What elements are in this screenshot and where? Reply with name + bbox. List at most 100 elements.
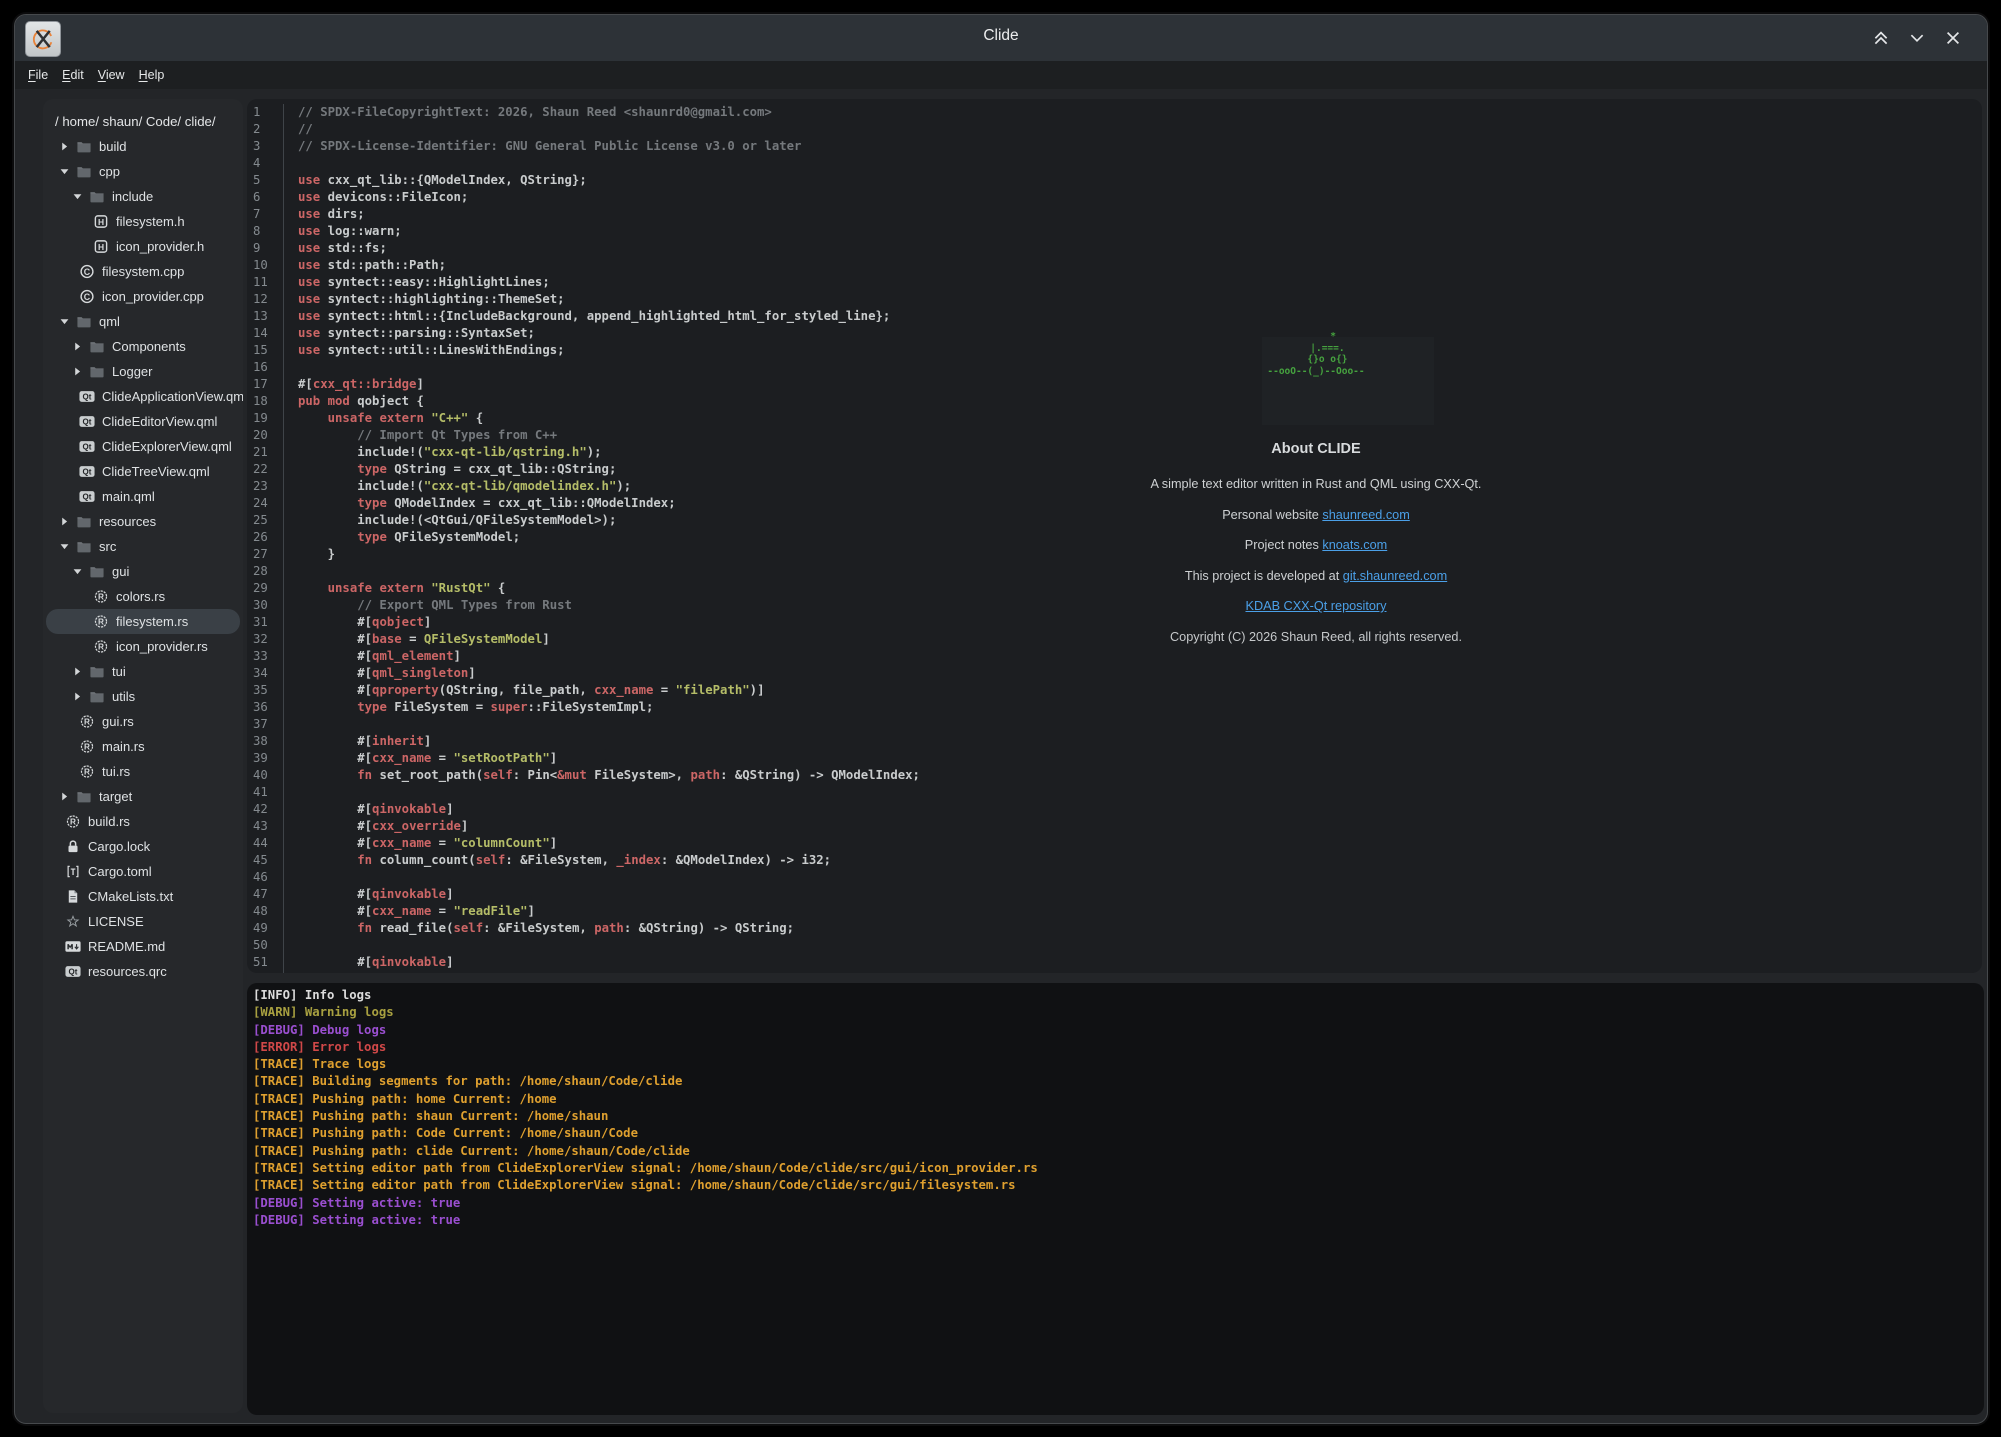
tree-item-icon-provider-cpp[interactable]: Cicon_provider.cpp — [43, 284, 243, 309]
code-line: 39 #[cxx_name = "setRootPath"] — [247, 750, 1982, 767]
code-text: #[qinvokable] — [284, 886, 454, 903]
tree-item-readme-md[interactable]: README.md — [43, 934, 243, 959]
cpp-file-icon: C — [79, 289, 95, 304]
chevron-down-icon[interactable] — [71, 190, 84, 203]
line-number: 45 — [247, 852, 284, 869]
qt-file-icon: Qt — [65, 964, 81, 979]
tree-item-icon-provider-rs[interactable]: Ricon_provider.rs — [43, 634, 243, 659]
line-number: 22 — [247, 461, 284, 478]
code-text: #[cxx_override] — [284, 818, 468, 835]
code-line: 37 — [247, 716, 1982, 733]
chevron-right-icon[interactable] — [71, 665, 84, 678]
tree-item-target[interactable]: target — [43, 784, 243, 809]
code-text: use syntect::parsing::SyntaxSet; — [284, 325, 535, 342]
chevron-down-icon[interactable] — [58, 540, 71, 553]
tree-item-icon-provider-h[interactable]: Hicon_provider.h — [43, 234, 243, 259]
close-icon — [1948, 33, 1959, 44]
tree-item-build-rs[interactable]: Rbuild.rs — [43, 809, 243, 834]
log-line-error: [ERROR] Error logs — [253, 1039, 1984, 1056]
code-line: 45 fn column_count(self: &FileSystem, _i… — [247, 852, 1982, 869]
file-explorer-sidebar[interactable]: / home/ shaun/ Code/ clide/ build cpp incl… — [43, 99, 243, 1413]
code-text: // Export QML Types from Rust — [284, 597, 572, 614]
tree-item-filesystem-rs[interactable]: Rfilesystem.rs — [46, 609, 240, 634]
tree-item-license[interactable]: LICENSE — [43, 909, 243, 934]
title-bar[interactable]: Clide — [15, 15, 1987, 61]
tree-item-tui-rs[interactable]: Rtui.rs — [43, 759, 243, 784]
chevron-down-icon[interactable] — [58, 165, 71, 178]
tree-item-cmakelists-txt[interactable]: CMakeLists.txt — [43, 884, 243, 909]
tree-item-cpp[interactable]: cpp — [43, 159, 243, 184]
chevron-down-icon[interactable] — [71, 565, 84, 578]
line-number: 51 — [247, 954, 284, 971]
code-line: 52 — [247, 971, 1982, 973]
tree-item-label: Cargo.toml — [88, 864, 152, 879]
menu-view[interactable]: View — [91, 68, 132, 82]
tree-item-gui-rs[interactable]: Rgui.rs — [43, 709, 243, 734]
code-line: 50 — [247, 937, 1982, 954]
code-line: 38 #[inherit] — [247, 733, 1982, 750]
line-number: 8 — [247, 223, 284, 240]
code-text: use syntect::highlighting::ThemeSet; — [284, 291, 565, 308]
tree-item-src[interactable]: src — [43, 534, 243, 559]
about-link[interactable]: shaunreed.com — [1322, 508, 1409, 522]
tree-item-clideeditorview-qml[interactable]: QtClideEditorView.qml — [43, 409, 243, 434]
explorer-root-path[interactable]: / home/ shaun/ Code/ clide/ — [43, 109, 243, 134]
chevron-right-icon[interactable] — [71, 340, 84, 353]
menu-file[interactable]: File — [21, 68, 55, 82]
chevron-right-icon[interactable] — [58, 140, 71, 153]
tree-item-filesystem-h[interactable]: Hfilesystem.h — [43, 209, 243, 234]
chevron-right-icon[interactable] — [71, 690, 84, 703]
folder-icon — [89, 189, 105, 204]
code-editor-pane[interactable]: 1// SPDX-FileCopyrightText: 2026, Shaun … — [247, 99, 1982, 973]
chevron-right-icon[interactable] — [58, 790, 71, 803]
tree-item-label: cpp — [99, 164, 120, 179]
tree-item-clideexplorerview-qml[interactable]: QtClideExplorerView.qml — [43, 434, 243, 459]
tree-item-include[interactable]: include — [43, 184, 243, 209]
code-line: 13use syntect::html::{IncludeBackground,… — [247, 308, 1982, 325]
tree-item-tui[interactable]: tui — [43, 659, 243, 684]
tree-item-qml[interactable]: qml — [43, 309, 243, 334]
menu-help[interactable]: Help — [132, 68, 172, 82]
code-line: 41 — [247, 784, 1982, 801]
restore-button[interactable] — [1907, 28, 1927, 48]
tree-item-components[interactable]: Components — [43, 334, 243, 359]
tree-item-colors-rs[interactable]: Rcolors.rs — [43, 584, 243, 609]
rs-file-icon: R — [93, 639, 109, 654]
tree-item-main-rs[interactable]: Rmain.rs — [43, 734, 243, 759]
tree-item-resources[interactable]: resources — [43, 509, 243, 534]
code-text — [284, 971, 298, 973]
about-link[interactable]: knoats.com — [1322, 538, 1387, 552]
tree-item-gui[interactable]: gui — [43, 559, 243, 584]
chevron-right-icon[interactable] — [58, 515, 71, 528]
log-output-pane[interactable]: [INFO] Info logs[WARN] Warning logs[DEBU… — [247, 983, 1984, 1415]
code-text — [284, 784, 298, 801]
log-line-trace: [TRACE] Pushing path: shaun Current: /ho… — [253, 1108, 1984, 1125]
line-number: 16 — [247, 359, 284, 376]
line-number: 20 — [247, 427, 284, 444]
tree-item-cargo-toml[interactable]: TCargo.toml — [43, 859, 243, 884]
tree-item-utils[interactable]: utils — [43, 684, 243, 709]
menu-edit[interactable]: Edit — [55, 68, 91, 82]
chevron-down-icon[interactable] — [58, 315, 71, 328]
tree-item-build[interactable]: build — [43, 134, 243, 159]
tree-item-logger[interactable]: Logger — [43, 359, 243, 384]
tree-item-resources-qrc[interactable]: Qtresources.qrc — [43, 959, 243, 984]
tree-item-label: colors.rs — [116, 589, 165, 604]
tree-item-cargo-lock[interactable]: Cargo.lock — [43, 834, 243, 859]
line-number: 1 — [247, 104, 284, 121]
line-number: 42 — [247, 801, 284, 818]
about-link[interactable]: KDAB CXX-Qt repository — [1245, 599, 1386, 613]
line-number: 50 — [247, 937, 284, 954]
folder-icon — [89, 364, 105, 379]
chevron-right-icon[interactable] — [71, 365, 84, 378]
about-link[interactable]: git.shaunreed.com — [1343, 569, 1447, 583]
line-number: 47 — [247, 886, 284, 903]
tree-item-main-qml[interactable]: Qtmain.qml — [43, 484, 243, 509]
qt-file-icon: Qt — [79, 439, 95, 454]
close-button[interactable] — [1943, 28, 1963, 48]
tree-item-clideapplicationview-qml[interactable]: QtClideApplicationView.qml — [43, 384, 243, 409]
log-line-trace: [TRACE] Pushing path: home Current: /hom… — [253, 1091, 1984, 1108]
maximize-button[interactable] — [1871, 28, 1891, 48]
tree-item-filesystem-cpp[interactable]: Cfilesystem.cpp — [43, 259, 243, 284]
tree-item-clidetreeview-qml[interactable]: QtClideTreeView.qml — [43, 459, 243, 484]
